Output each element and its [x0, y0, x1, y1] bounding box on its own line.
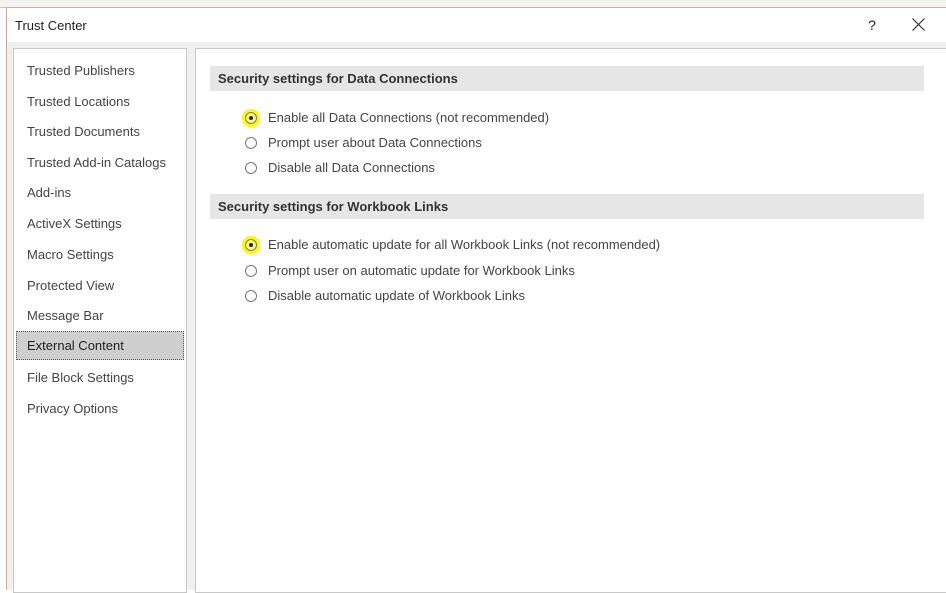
radio-button[interactable] — [245, 290, 257, 302]
sidebar-item-trusted-documents[interactable]: Trusted Documents — [16, 117, 184, 146]
radio-label: Enable automatic update for all Workbook… — [268, 237, 661, 252]
sidebar-item-privacy-options[interactable]: Privacy Options — [16, 394, 184, 423]
radio-label: Disable all Data Connections — [268, 160, 435, 175]
dialog-title: Trust Center — [15, 18, 87, 33]
trust-center-dialog: Trust Center ? Trusted Publishers Truste… — [6, 7, 946, 593]
sidebar-item-external-content[interactable]: External Content — [16, 331, 184, 360]
help-button[interactable]: ? — [859, 13, 885, 37]
radio-label: Prompt user on automatic update for Work… — [268, 263, 575, 278]
close-button[interactable] — [904, 13, 932, 37]
title-bar: Trust Center ? — [7, 8, 946, 42]
sidebar-item-trusted-add-in-catalogs[interactable]: Trusted Add-in Catalogs — [16, 148, 184, 177]
sidebar-item-trusted-locations[interactable]: Trusted Locations — [16, 87, 184, 116]
sidebar-item-protected-view[interactable]: Protected View — [16, 271, 184, 300]
category-sidebar: Trusted Publishers Trusted Locations Tru… — [13, 48, 187, 593]
sidebar-item-add-ins[interactable]: Add-ins — [16, 178, 184, 207]
radio-button[interactable] — [245, 265, 257, 277]
radio-button[interactable] — [245, 162, 257, 174]
radio-label: Prompt user about Data Connections — [268, 135, 482, 150]
radio-button[interactable] — [245, 137, 257, 149]
radio-label: Disable automatic update of Workbook Lin… — [268, 288, 526, 303]
sidebar-item-activex-settings[interactable]: ActiveX Settings — [16, 209, 184, 238]
close-icon — [911, 18, 925, 32]
workbook-links-header: Security settings for Workbook Links — [210, 194, 924, 219]
sidebar-item-macro-settings[interactable]: Macro Settings — [16, 240, 184, 269]
sidebar-item-message-bar[interactable]: Message Bar — [16, 301, 184, 330]
settings-panel: Security settings for Data Connections E… — [195, 48, 946, 593]
radio-label: Enable all Data Connections (not recomme… — [268, 110, 550, 125]
sidebar-item-file-block-settings[interactable]: File Block Settings — [16, 363, 184, 392]
radio-button-selected[interactable] — [245, 112, 257, 124]
radio-button-selected[interactable] — [245, 239, 257, 251]
sidebar-item-trusted-publishers[interactable]: Trusted Publishers — [16, 56, 184, 85]
data-connections-header: Security settings for Data Connections — [210, 66, 924, 91]
